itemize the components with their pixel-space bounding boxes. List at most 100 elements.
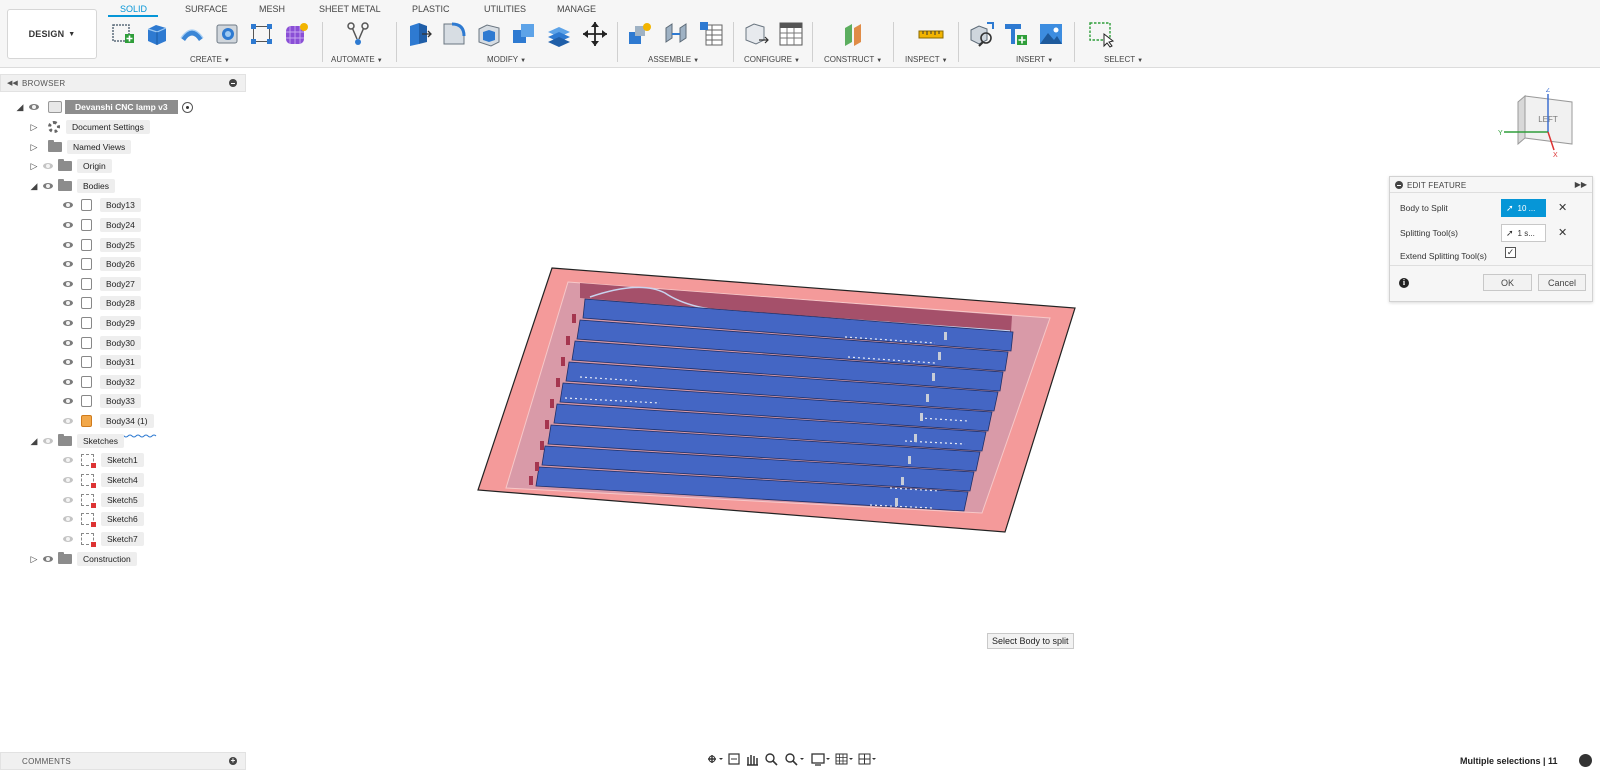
clear-selection-icon[interactable]: ✕ xyxy=(1558,201,1567,214)
automate-menu[interactable]: AUTOMATE ▼ xyxy=(331,55,383,64)
body-row-active[interactable]: Body34 (1) xyxy=(60,412,154,430)
visibility-eye-icon[interactable] xyxy=(26,98,42,116)
tab-solid[interactable]: SOLID xyxy=(120,4,147,14)
visibility-eye-icon[interactable] xyxy=(60,471,76,489)
tab-mesh[interactable]: MESH xyxy=(259,4,285,14)
visibility-eye-icon[interactable] xyxy=(60,196,76,214)
insert-mcmaster-icon[interactable] xyxy=(1002,20,1030,48)
visibility-eye-icon[interactable] xyxy=(60,353,76,371)
form-icon[interactable] xyxy=(282,20,310,48)
visibility-eye-icon[interactable] xyxy=(60,392,76,410)
viewports-icon[interactable] xyxy=(858,753,876,765)
shell-icon[interactable] xyxy=(475,20,503,48)
sketch-row[interactable]: Sketch1 xyxy=(60,451,144,469)
visibility-eye-icon[interactable] xyxy=(40,432,56,450)
body-row[interactable]: Body30 xyxy=(60,334,141,352)
tab-plastic[interactable]: PLASTIC xyxy=(412,4,450,14)
offset-plane-icon[interactable] xyxy=(840,20,868,48)
create-menu[interactable]: CREATE ▼ xyxy=(190,55,230,64)
modify-menu[interactable]: MODIFY ▼ xyxy=(487,55,526,64)
visibility-eye-icon[interactable] xyxy=(60,373,76,391)
expand-triangle-icon[interactable]: ▷ xyxy=(28,550,40,568)
tab-sheet-metal[interactable]: SHEET METAL xyxy=(319,4,381,14)
browser-item-document-settings[interactable]: ▷ Document Settings xyxy=(28,118,150,136)
body-row[interactable]: Body24 xyxy=(60,216,141,234)
collapse-dialog-icon[interactable] xyxy=(1395,181,1403,189)
body-row[interactable]: Body26 xyxy=(60,255,141,273)
body-row[interactable]: Body28 xyxy=(60,294,141,312)
visibility-eye-icon[interactable] xyxy=(60,451,76,469)
visibility-eye-icon[interactable] xyxy=(60,334,76,352)
status-icon[interactable] xyxy=(1579,754,1592,767)
table-icon[interactable] xyxy=(777,20,805,48)
visibility-eye-icon[interactable] xyxy=(60,236,76,254)
press-pull-icon[interactable] xyxy=(405,20,433,48)
sketch-row[interactable]: Sketch7 xyxy=(60,530,144,548)
sweep-icon[interactable] xyxy=(178,20,206,48)
visibility-eye-icon[interactable] xyxy=(60,255,76,273)
viewcube[interactable]: LEFT Z Y X xyxy=(1490,88,1580,158)
dialog-header[interactable]: EDIT FEATURE ▶▶ xyxy=(1390,177,1592,193)
body-row[interactable]: Body27 xyxy=(60,275,141,293)
visibility-eye-icon[interactable] xyxy=(60,530,76,548)
tab-surface[interactable]: SURFACE xyxy=(185,4,228,14)
measure-icon[interactable] xyxy=(917,20,945,48)
minimize-icon[interactable] xyxy=(229,79,237,87)
hole-icon[interactable] xyxy=(213,20,241,48)
new-sketch-icon[interactable] xyxy=(110,20,138,48)
bom-icon[interactable] xyxy=(697,20,725,48)
ok-button[interactable]: OK xyxy=(1483,274,1532,291)
activate-radio-icon[interactable] xyxy=(181,101,193,113)
visibility-eye-icon[interactable] xyxy=(60,314,76,332)
visibility-eye-icon[interactable] xyxy=(60,412,76,430)
info-icon[interactable]: i xyxy=(1399,278,1409,288)
configure-icon[interactable] xyxy=(742,20,770,48)
configure-menu[interactable]: CONFIGURE ▼ xyxy=(744,55,800,64)
insert-image-icon[interactable] xyxy=(1037,20,1065,48)
visibility-eye-icon[interactable] xyxy=(60,216,76,234)
orbit-icon[interactable] xyxy=(708,755,723,763)
tab-manage[interactable]: MANAGE xyxy=(557,4,596,14)
construct-menu[interactable]: CONSTRUCT ▼ xyxy=(824,55,882,64)
move-icon[interactable] xyxy=(581,20,609,48)
clear-selection-icon[interactable]: ✕ xyxy=(1558,226,1567,239)
body-row[interactable]: Body13 xyxy=(60,196,141,214)
replace-face-icon[interactable] xyxy=(545,20,573,48)
joint-icon[interactable] xyxy=(662,20,690,48)
automate-icon[interactable] xyxy=(344,20,372,48)
tab-utilities[interactable]: UTILITIES xyxy=(484,4,526,14)
add-comment-icon[interactable]: + xyxy=(229,757,237,765)
insert-derive-icon[interactable] xyxy=(967,20,995,48)
sketch-row[interactable]: Sketch5 xyxy=(60,491,144,509)
visibility-eye-icon[interactable] xyxy=(60,510,76,528)
browser-item-construction[interactable]: ▷ Construction xyxy=(28,550,137,568)
workspace-switcher[interactable]: DESIGN ▼ xyxy=(7,9,97,59)
visibility-eye-icon[interactable] xyxy=(60,294,76,312)
collapse-triangle-icon[interactable]: ◢ xyxy=(28,177,40,195)
browser-item-sketches[interactable]: ◢ Sketches xyxy=(28,432,124,450)
cancel-button[interactable]: Cancel xyxy=(1538,274,1586,291)
collapse-panel-icon[interactable]: ◀◀ xyxy=(7,79,18,87)
browser-item-origin[interactable]: ▷ Origin xyxy=(28,157,112,175)
inspect-menu[interactable]: INSPECT ▼ xyxy=(905,55,948,64)
model-viewport[interactable] xyxy=(460,255,1080,545)
body-row[interactable]: Body32 xyxy=(60,373,141,391)
zoom-window-icon[interactable] xyxy=(785,753,804,766)
assemble-menu[interactable]: ASSEMBLE ▼ xyxy=(648,55,699,64)
browser-root[interactable]: ◢ Devanshi CNC lamp v3 xyxy=(14,98,193,116)
expand-arrows-icon[interactable]: ▶▶ xyxy=(1575,180,1587,189)
fillet-icon[interactable] xyxy=(440,20,468,48)
extrude-icon[interactable] xyxy=(143,20,171,48)
visibility-eye-icon[interactable] xyxy=(60,491,76,509)
pan-icon[interactable] xyxy=(747,755,758,766)
sketch-row[interactable]: Sketch4 xyxy=(60,471,144,489)
expand-triangle-icon[interactable]: ▷ xyxy=(28,118,40,136)
grid-settings-icon[interactable] xyxy=(835,753,853,765)
new-component-icon[interactable] xyxy=(626,20,654,48)
insert-menu[interactable]: INSERT ▼ xyxy=(1016,55,1053,64)
sketch-row[interactable]: Sketch6 xyxy=(60,510,144,528)
combine-icon[interactable] xyxy=(510,20,538,48)
look-at-icon[interactable] xyxy=(728,753,740,765)
browser-item-bodies[interactable]: ◢ Bodies xyxy=(28,177,115,195)
collapse-triangle-icon[interactable]: ◢ xyxy=(28,432,40,450)
